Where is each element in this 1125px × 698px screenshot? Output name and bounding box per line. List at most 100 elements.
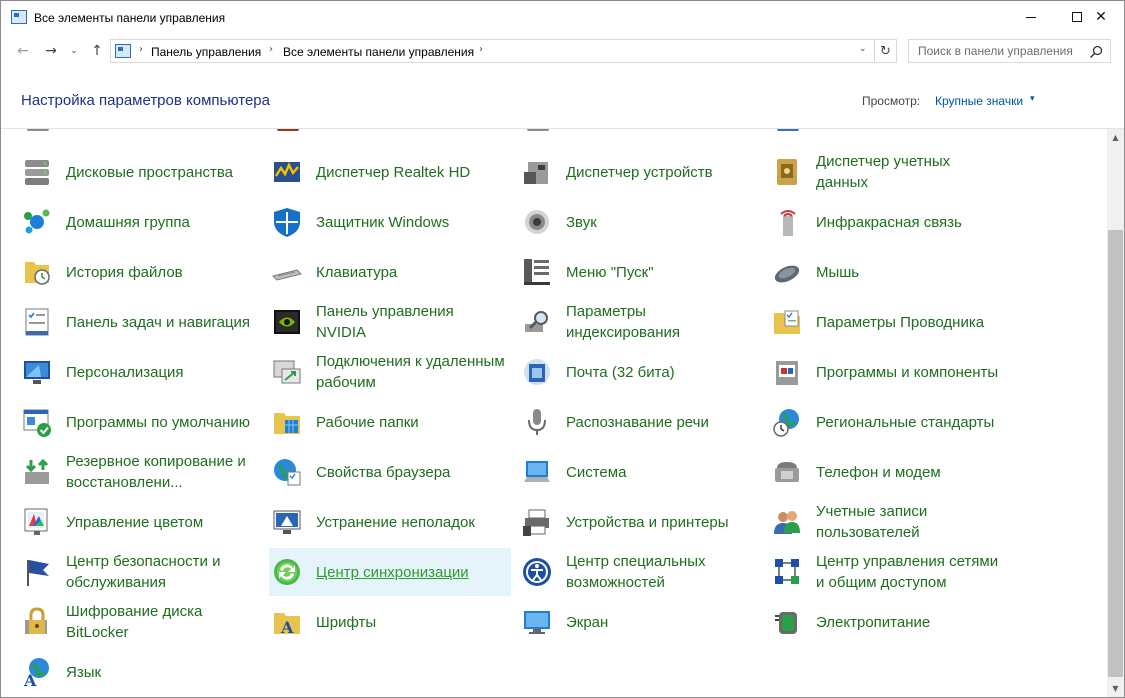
title-bar[interactable]: Все элементы панели управления ✕ — [1, 1, 1124, 35]
control-panel-item[interactable]: Центр управления сетями и общим доступом — [751, 548, 998, 596]
control-panel-item-label: Звук — [566, 213, 597, 231]
control-panel-item[interactable]: Диспетчер учетных данных — [751, 148, 993, 196]
control-panel-item-label: Диспетчер Realtek HD — [316, 163, 471, 181]
control-panel-item[interactable]: Инфракрасная связь — [751, 198, 993, 246]
control-panel-item-label: Клавиатура — [316, 263, 398, 281]
control-panel-item[interactable]: Региональные стандарты — [751, 398, 994, 446]
page-header: Настройка параметров компьютера Просмотр… — [1, 67, 1124, 129]
control-panel-item[interactable]: Учетные записи пользователей — [751, 498, 993, 546]
keyboard-icon — [272, 269, 302, 281]
recent-locations-button[interactable]: ⌄ — [67, 41, 81, 61]
control-panel-item[interactable]: Программы и компоненты — [751, 348, 998, 396]
control-panel-item[interactable]: Диспетчер Realtek HD — [251, 148, 493, 196]
search-box[interactable] — [908, 39, 1111, 63]
control-panel-item[interactable]: Управление цветом — [1, 498, 243, 546]
control-panel-item[interactable]: Параметры Проводника — [751, 298, 993, 346]
scrollbar-thumb[interactable] — [1108, 230, 1123, 677]
control-panel-item[interactable]: Центр безопасности и обслуживания — [1, 548, 243, 596]
refresh-button[interactable]: ↻ — [875, 39, 897, 63]
personalization-icon — [24, 361, 50, 384]
control-panel-item[interactable]: Центр синхронизации — [269, 548, 511, 596]
control-panel-item[interactable]: Шифрование диска BitLocker — [1, 598, 243, 646]
control-panel-item[interactable]: Устранение неполадок — [251, 498, 493, 546]
control-panel-item[interactable]: Диспетчер устройств — [501, 148, 743, 196]
explorer-options-icon — [774, 310, 800, 334]
control-panel-item[interactable]: Программы по умолчанию — [1, 398, 250, 446]
control-panel-item[interactable]: Распознавание речи — [501, 398, 743, 446]
default-programs-icon — [23, 409, 51, 437]
control-panel-item[interactable]: Звук — [501, 198, 743, 246]
address-dropdown-icon[interactable]: ⌄ — [859, 44, 867, 54]
breadcrumb-control-panel[interactable]: Панель управления — [151, 45, 261, 59]
language-icon: A — [23, 658, 49, 688]
address-bar[interactable]: › Панель управления › Все элементы панел… — [110, 39, 875, 63]
chevron-right-icon[interactable]: › — [269, 44, 273, 55]
nvidia-icon — [274, 310, 300, 334]
control-panel-item[interactable]: Параметры индексирования — [501, 298, 743, 346]
control-panel-item[interactable]: Свойства браузера — [251, 448, 493, 496]
chevron-right-icon[interactable]: › — [479, 44, 483, 55]
control-panel-item[interactable]: Резервное копирование и восстановлени... — [1, 448, 246, 496]
view-by-dropdown[interactable]: Крупные значки — [935, 94, 1023, 108]
scroll-down-button[interactable]: ▼ — [1107, 680, 1124, 697]
device-manager-icon — [524, 162, 548, 184]
control-panel-item[interactable]: A Шрифты — [251, 598, 493, 646]
control-panel-item[interactable]: Система — [501, 448, 743, 496]
control-panel-item-label: Панель управления NVIDIA — [316, 303, 454, 341]
back-button[interactable]: ← — [13, 41, 33, 61]
vertical-scrollbar[interactable]: ▲ ▼ — [1107, 129, 1124, 697]
network-sharing-icon — [775, 559, 799, 584]
control-panel-item[interactable]: Дисковые пространства — [1, 148, 243, 196]
control-panel-item[interactable]: Устройства и принтеры — [501, 498, 743, 546]
control-panel-item-label: Меню "Пуск" — [566, 263, 654, 281]
user-accounts-icon — [774, 511, 800, 534]
system-icon — [524, 461, 550, 482]
taskbar-icon — [25, 308, 49, 336]
control-panel-item-label: Язык — [66, 663, 102, 681]
control-panel-item[interactable]: Почта (32 бита) — [501, 348, 743, 396]
close-button[interactable]: ✕ — [1079, 1, 1123, 33]
svg-text:A: A — [280, 618, 294, 637]
control-panel-item[interactable]: Меню "Пуск" — [501, 248, 743, 296]
control-panel-item[interactable]: Электропитание — [751, 598, 993, 646]
control-panel-item-label: Диспетчер устройств — [566, 163, 713, 181]
breadcrumb-all-items[interactable]: Все элементы панели управления — [283, 45, 474, 59]
control-panel-item-label: Свойства браузера — [316, 463, 451, 481]
control-panel-item-label: Центр управления сетями и общим доступом — [816, 553, 999, 591]
control-panel-item[interactable]: Домашняя группа — [1, 198, 243, 246]
control-panel-item[interactable]: Защитник Windows — [251, 198, 493, 246]
search-icon[interactable] — [1089, 45, 1103, 59]
control-panel-item[interactable]: Клавиатура — [251, 248, 493, 296]
control-panel-item[interactable]: Персонализация — [1, 348, 243, 396]
control-panel-item[interactable]: Телефон и модем — [751, 448, 993, 496]
forward-button[interactable]: → — [41, 41, 61, 61]
chevron-right-icon: › — [139, 44, 143, 55]
storage-spaces-icon — [25, 160, 49, 185]
control-panel-item[interactable]: Подключения к удаленным рабочим — [251, 348, 505, 396]
control-panel-item[interactable]: A Язык — [1, 648, 243, 696]
control-panel-item[interactable]: Экран — [501, 598, 743, 646]
control-panel-item[interactable]: Панель задач и навигация — [1, 298, 250, 346]
caret-down-icon[interactable]: ▾ — [1030, 94, 1035, 104]
sync-center-icon — [274, 559, 300, 585]
ease-of-access-icon — [523, 558, 551, 586]
scroll-up-button[interactable]: ▲ — [1107, 129, 1124, 146]
minimize-button[interactable] — [1008, 1, 1054, 33]
search-input[interactable] — [910, 41, 1086, 61]
backup-restore-icon — [25, 458, 49, 484]
up-button[interactable]: ↑ — [87, 41, 107, 61]
control-panel-item-label: Устройства и принтеры — [566, 513, 729, 531]
phone-modem-icon — [775, 462, 799, 482]
control-panel-item[interactable]: Мышь — [751, 248, 993, 296]
infrared-icon — [780, 210, 796, 236]
navigation-bar: ← → ⌄ ↑ › Панель управления › Все элемен… — [1, 35, 1124, 67]
control-panel-item-label: Электропитание — [816, 613, 931, 631]
control-panel-item-label: Шифрование диска BitLocker — [66, 603, 203, 641]
internet-options-icon — [274, 459, 301, 486]
control-panel-item[interactable]: История файлов — [1, 248, 243, 296]
minimize-icon — [1026, 16, 1036, 18]
control-panel-item-label: Мышь — [816, 263, 860, 281]
control-panel-item[interactable]: Центр специальных возможностей — [501, 548, 743, 596]
control-panel-item[interactable]: Панель управления NVIDIA — [251, 298, 493, 346]
control-panel-item[interactable]: Рабочие папки — [251, 398, 493, 446]
